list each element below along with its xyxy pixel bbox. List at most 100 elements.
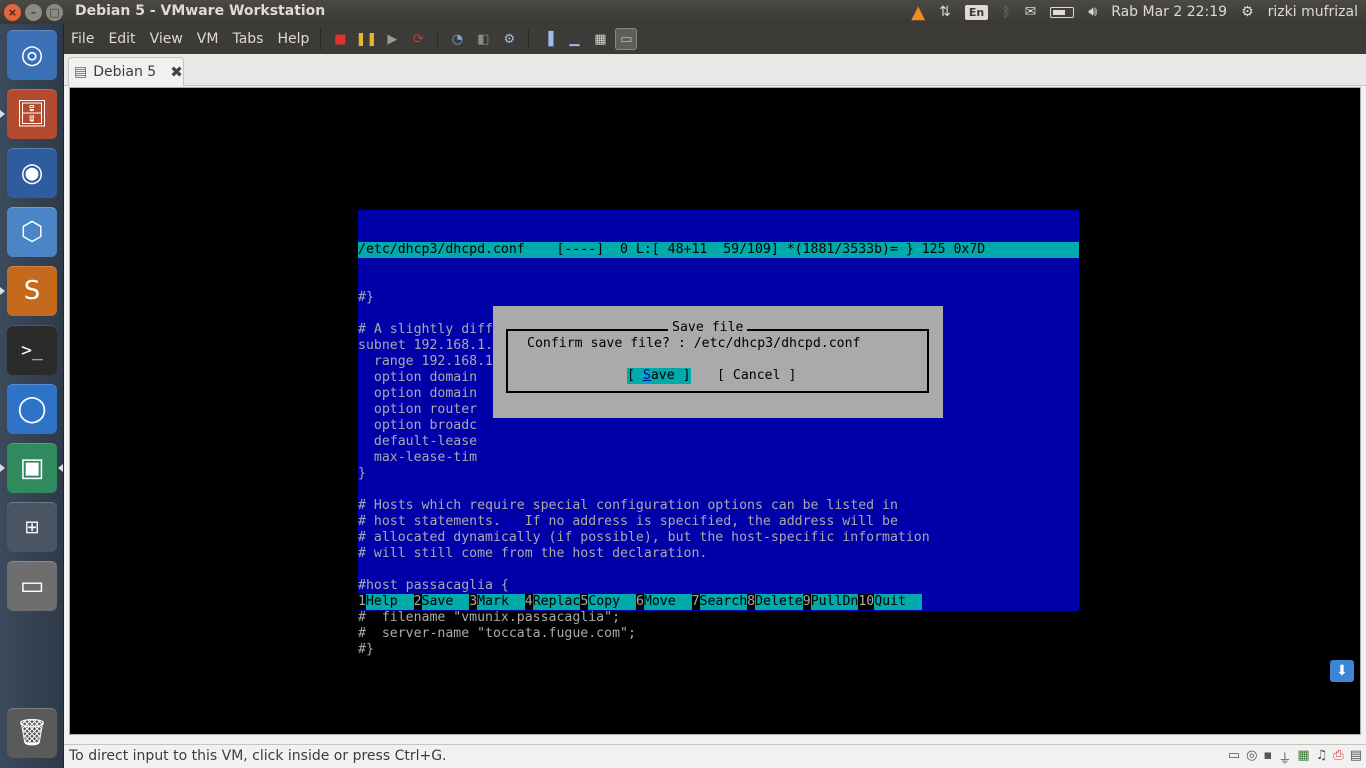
- save-button-hotkey: S: [642, 368, 651, 383]
- disk-drive-icon[interactable]: ▭: [7, 561, 57, 611]
- terminal-icon[interactable]: >_: [7, 325, 57, 375]
- editor-line: default-lease: [358, 434, 478, 449]
- snapshot-manager-icon[interactable]: ⚙: [498, 28, 520, 50]
- running-indicator: [0, 464, 5, 472]
- fkey-number: 4: [524, 594, 533, 610]
- user-name[interactable]: rizki mufrizal: [1268, 4, 1358, 20]
- fkey-label: Help: [365, 594, 414, 610]
- menu-tabs[interactable]: Tabs: [225, 31, 270, 47]
- menu-edit[interactable]: Edit: [101, 31, 142, 47]
- mc-editor-screen[interactable]: /etc/dhcp3/dhcpd.conf [----] 0 L:[ 48+11…: [358, 210, 1079, 657]
- network-transfer-icon[interactable]: ⇅: [939, 4, 951, 20]
- printer-icon[interactable]: ⎙: [1333, 748, 1343, 767]
- power-on-icon[interactable]: ▶: [381, 28, 403, 50]
- show-sidebar-icon[interactable]: ▐: [537, 28, 559, 50]
- vlc-indicator-icon[interactable]: ▲: [911, 2, 925, 23]
- editor-line: #host passacaglia {: [358, 578, 509, 593]
- scroll-down-icon[interactable]: ⬇: [1330, 660, 1354, 682]
- fkey-delete[interactable]: 8 Delete: [747, 594, 803, 610]
- tab-label: Debian 5: [93, 64, 157, 80]
- editor-line: }: [358, 466, 366, 481]
- editor-line: # filename "vmunix.passacaglia";: [358, 610, 621, 625]
- reset-icon[interactable]: ⟳: [407, 28, 429, 50]
- fkey-label: Copy: [588, 594, 636, 610]
- thumbnail-bar-icon[interactable]: ▁: [563, 28, 585, 50]
- clock[interactable]: Rab Mar 2 22:19: [1111, 4, 1227, 20]
- tab-bar: ▤ Debian 5 ✖: [64, 54, 1366, 86]
- fkey-quit[interactable]: 10 Quit: [858, 594, 922, 610]
- fkey-pulldn[interactable]: 9 PullDn: [802, 594, 859, 610]
- vmware-window: File Edit View VM Tabs Help ■ ❚❚ ▶ ⟳ ◔ ◧…: [64, 24, 1366, 768]
- message-log-icon[interactable]: ▤: [1350, 748, 1362, 767]
- volume-icon[interactable]: 🔊︎: [1088, 4, 1097, 20]
- keyboard-layout-indicator[interactable]: En: [964, 4, 989, 20]
- editor-line: # will still come from the host declarat…: [358, 546, 708, 561]
- mail-icon[interactable]: ✉: [1025, 4, 1037, 20]
- unity-launcher: ◎ 🗄︎ ◉ ⬡ S >_ ◯ ▣ ⊞ ▭ 🗑︎: [0, 24, 64, 768]
- editor-line: # allocated dynamically (if possible), b…: [358, 530, 930, 545]
- fkey-label: Save: [421, 594, 470, 610]
- fkey-mark[interactable]: 3 Mark: [469, 594, 525, 610]
- fkey-number: 10: [858, 594, 875, 610]
- vm-console[interactable]: /etc/dhcp3/dhcpd.conf [----] 0 L:[ 48+11…: [69, 87, 1361, 735]
- menu-view[interactable]: View: [143, 31, 190, 47]
- virtualbox-icon[interactable]: ⬡: [7, 207, 57, 257]
- fkey-move[interactable]: 6 Move: [635, 594, 692, 610]
- ubuntu-dash-icon[interactable]: ◎: [7, 30, 57, 80]
- firefox-icon[interactable]: ◉: [7, 148, 57, 198]
- save-file-dialog: Save file Confirm save file? : /etc/dhcp…: [493, 306, 943, 418]
- fkey-help[interactable]: 1 Help: [358, 594, 414, 610]
- menu-list: File Edit View VM Tabs Help: [64, 31, 316, 47]
- minimize-window-button[interactable]: –: [25, 4, 42, 21]
- menu-file[interactable]: File: [64, 31, 101, 47]
- save-button[interactable]: [ Save ]: [627, 368, 691, 384]
- sublime-text-icon[interactable]: S: [7, 266, 57, 316]
- session-gear-icon[interactable]: ⚙: [1241, 4, 1254, 20]
- workspace-switcher-icon[interactable]: ⊞: [7, 502, 57, 552]
- revert-snapshot-icon[interactable]: ◧: [472, 28, 494, 50]
- usb-icon[interactable]: ⏚: [1278, 748, 1291, 767]
- fkey-save[interactable]: 2 Save: [413, 594, 470, 610]
- status-bar: To direct input to this VM, click inside…: [64, 744, 1366, 768]
- fkey-search[interactable]: 7 Search: [691, 594, 748, 610]
- files-icon[interactable]: 🗄︎: [7, 89, 57, 139]
- quick-switch-icon[interactable]: ▦: [589, 28, 611, 50]
- bluetooth-icon[interactable]: ᛒ: [1002, 4, 1010, 20]
- power-off-icon[interactable]: ■: [329, 28, 351, 50]
- fkey-label: Search: [699, 594, 748, 610]
- menu-help[interactable]: Help: [270, 31, 316, 47]
- battery-icon[interactable]: [1050, 6, 1075, 18]
- tab-debian5[interactable]: ▤ Debian 5 ✖: [68, 57, 184, 86]
- cancel-button[interactable]: [ Cancel ]: [717, 368, 796, 384]
- menu-vm[interactable]: VM: [190, 31, 226, 47]
- close-window-button[interactable]: ×: [4, 4, 21, 21]
- fkey-label: Delete: [755, 594, 803, 610]
- fkey-replac[interactable]: 4 Replac: [524, 594, 581, 610]
- snapshot-icon[interactable]: ◔: [446, 28, 468, 50]
- fullscreen-icon[interactable]: ▭: [615, 28, 638, 50]
- cd-rom-icon[interactable]: ◎: [1246, 748, 1257, 767]
- floppy-icon[interactable]: ▪: [1264, 748, 1273, 767]
- running-indicator: [0, 287, 5, 295]
- running-indicator: [0, 110, 5, 118]
- fkey-label: Move: [643, 594, 692, 610]
- fkey-number: 6: [635, 594, 644, 610]
- editor-line: # server-name "toccata.fugue.com";: [358, 626, 636, 641]
- editor-line: # host statements. If no address is spec…: [358, 514, 898, 529]
- fkey-copy[interactable]: 5 Copy: [580, 594, 636, 610]
- fkey-number: 7: [691, 594, 700, 610]
- vmware-workstation-icon[interactable]: ▣: [7, 443, 57, 493]
- trash-icon[interactable]: 🗑︎: [7, 708, 57, 758]
- suspend-icon[interactable]: ❚❚: [355, 28, 377, 50]
- indicator-area: ▲ ⇅ En ᛒ ✉ 🔊︎ Rab Mar 2 22:19 ⚙ rizki mu…: [911, 0, 1366, 24]
- network-adapter-icon[interactable]: ▦: [1297, 748, 1309, 767]
- toolbar-separator: [528, 29, 530, 49]
- maximize-window-button[interactable]: □: [46, 4, 63, 21]
- close-tab-icon[interactable]: ✖: [170, 63, 183, 81]
- fkey-label: Quit: [874, 594, 922, 610]
- chromium-icon[interactable]: ◯: [7, 384, 57, 434]
- sound-card-icon[interactable]: ♫: [1316, 748, 1328, 767]
- hard-disk-icon[interactable]: ▭: [1228, 748, 1240, 767]
